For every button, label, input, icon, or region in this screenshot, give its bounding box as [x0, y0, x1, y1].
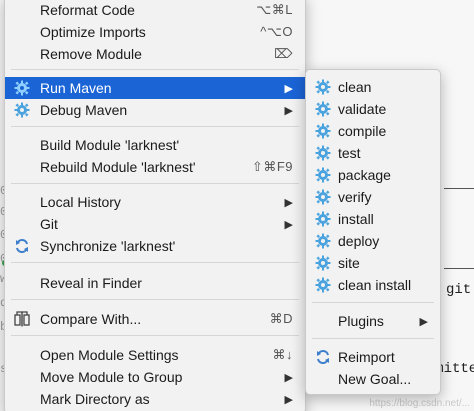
menu-item-synchronize[interactable]: Synchronize 'larknest': [5, 235, 305, 257]
maven-gear-icon: [315, 255, 331, 271]
menu-item-local-history[interactable]: Local History ▶: [5, 191, 305, 213]
menu-item-label: New Goal...: [338, 371, 412, 387]
menu-separator: [11, 299, 299, 300]
maven-goal-verify[interactable]: verify: [306, 186, 440, 208]
menu-item-move-module-to-group[interactable]: Move Module to Group ▶: [5, 366, 305, 388]
menu-item-label: Run Maven: [40, 80, 112, 96]
project-context-menu: Reformat Code ⌥⌘L Optimize Imports ^⌥O R…: [4, 0, 306, 411]
menu-item-shortcut: ^⌥O: [260, 24, 293, 39]
menu-item-label: site: [338, 255, 360, 271]
menu-item-label: Local History: [40, 194, 121, 210]
maven-goal-clean[interactable]: clean: [306, 76, 440, 98]
maven-gear-icon: [315, 145, 331, 161]
submenu-arrow-icon: ▶: [284, 196, 293, 209]
menu-item-label: clean: [338, 79, 372, 95]
maven-gear-icon: [14, 80, 30, 96]
maven-goal-deploy[interactable]: deploy: [306, 230, 440, 252]
menu-item-debug-maven[interactable]: Debug Maven ▶: [5, 99, 305, 121]
watermark: https://blog.csdn.net/...: [369, 398, 470, 409]
menu-item-label: compile: [338, 123, 387, 139]
menu-item-run-maven[interactable]: Run Maven ▶: [5, 77, 305, 99]
menu-item-reveal-in-finder[interactable]: Reveal in Finder: [5, 272, 305, 294]
submenu-arrow-icon: ▶: [284, 218, 293, 231]
maven-goal-package[interactable]: package: [306, 164, 440, 186]
maven-goal-install[interactable]: install: [306, 208, 440, 230]
menu-separator: [312, 302, 434, 303]
menu-item-git[interactable]: Git ▶: [5, 213, 305, 235]
menu-item-shortcut: ⌦: [274, 46, 293, 61]
menu-item-label: Reveal in Finder: [40, 275, 142, 291]
menu-item-label: Compare With...: [40, 311, 142, 327]
menu-item-label: deploy: [338, 233, 380, 249]
menu-item-shortcut: ⌘↓: [272, 347, 293, 362]
menu-separator: [11, 126, 299, 127]
maven-goal-compile[interactable]: compile: [306, 120, 440, 142]
menu-item-label: Plugins: [338, 313, 384, 329]
menu-item-label: validate: [338, 101, 387, 117]
menu-item-build-module[interactable]: Build Module 'larknest': [5, 134, 305, 156]
maven-gear-icon: [315, 211, 331, 227]
menu-item-label: Rebuild Module 'larknest': [40, 159, 196, 175]
menu-item-label: clean install: [338, 277, 412, 293]
maven-gear-icon: [315, 79, 331, 95]
maven-gear-icon: [315, 233, 331, 249]
menu-separator: [312, 338, 434, 339]
submenu-arrow-icon: ▶: [284, 82, 293, 95]
menu-item-label: Build Module 'larknest': [40, 137, 180, 153]
maven-gear-icon: [315, 123, 331, 139]
maven-goal-clean-install[interactable]: clean install: [306, 274, 440, 296]
menu-item-label: Debug Maven: [40, 102, 128, 118]
reimport-icon: [315, 349, 331, 365]
menu-item-label: Reimport: [338, 349, 395, 365]
submenu-item-plugins[interactable]: Plugins ▶: [306, 310, 440, 332]
menu-separator: [11, 335, 299, 336]
maven-gear-icon: [315, 189, 331, 205]
menu-item-label: verify: [338, 189, 372, 205]
menu-item-label: Git: [40, 216, 58, 232]
git-text: git: [446, 282, 472, 298]
menu-item-label: Optimize Imports: [40, 24, 146, 40]
menu-item-mark-directory-as[interactable]: Mark Directory as ▶: [5, 388, 305, 410]
menu-item-label: install: [338, 211, 374, 227]
menu-item-label: Reformat Code: [40, 2, 135, 18]
maven-gear-icon: [315, 277, 331, 293]
menu-item-reformat-code[interactable]: Reformat Code ⌥⌘L: [5, 0, 305, 21]
menu-item-label: Open Module Settings: [40, 347, 179, 363]
console-rule: [444, 268, 474, 269]
menu-item-label: Move Module to Group: [40, 369, 183, 385]
maven-gear-icon: [315, 167, 331, 183]
submenu-arrow-icon: ▶: [284, 393, 293, 406]
maven-goal-test[interactable]: test: [306, 142, 440, 164]
menu-item-remove-module[interactable]: Remove Module ⌦: [5, 43, 305, 65]
console-rule: [444, 188, 474, 189]
maven-gear-icon: [315, 101, 331, 117]
menu-separator: [11, 262, 299, 263]
maven-goal-validate[interactable]: validate: [306, 98, 440, 120]
menu-item-label: Remove Module: [40, 46, 142, 62]
run-maven-submenu: clean validate compile test package verify ins…: [305, 69, 441, 395]
menu-item-rebuild-module[interactable]: Rebuild Module 'larknest' ⇧⌘F9: [5, 156, 305, 178]
menu-item-shortcut: ⌥⌘L: [256, 2, 293, 17]
maven-goal-site[interactable]: site: [306, 252, 440, 274]
menu-item-compare-with[interactable]: Compare With... ⌘D: [5, 308, 305, 330]
menu-separator: [11, 183, 299, 184]
maven-gear-icon: [14, 102, 30, 118]
submenu-item-reimport[interactable]: Reimport: [306, 346, 440, 368]
menu-item-label: test: [338, 145, 361, 161]
menu-item-label: Synchronize 'larknest': [40, 238, 176, 254]
submenu-arrow-icon: ▶: [419, 315, 428, 328]
menu-item-label: Mark Directory as: [40, 391, 150, 407]
submenu-arrow-icon: ▶: [284, 104, 293, 117]
compare-icon: [14, 311, 30, 327]
menu-item-optimize-imports[interactable]: Optimize Imports ^⌥O: [5, 21, 305, 43]
submenu-item-new-goal[interactable]: New Goal...: [306, 368, 440, 390]
submenu-arrow-icon: ▶: [284, 371, 293, 384]
menu-item-shortcut: ⌘D: [269, 311, 293, 326]
menu-item-open-module-settings[interactable]: Open Module Settings ⌘↓: [5, 344, 305, 366]
menu-separator: [11, 69, 299, 70]
sync-icon: [14, 238, 30, 254]
menu-item-label: package: [338, 167, 391, 183]
menu-item-shortcut: ⇧⌘F9: [251, 159, 293, 174]
